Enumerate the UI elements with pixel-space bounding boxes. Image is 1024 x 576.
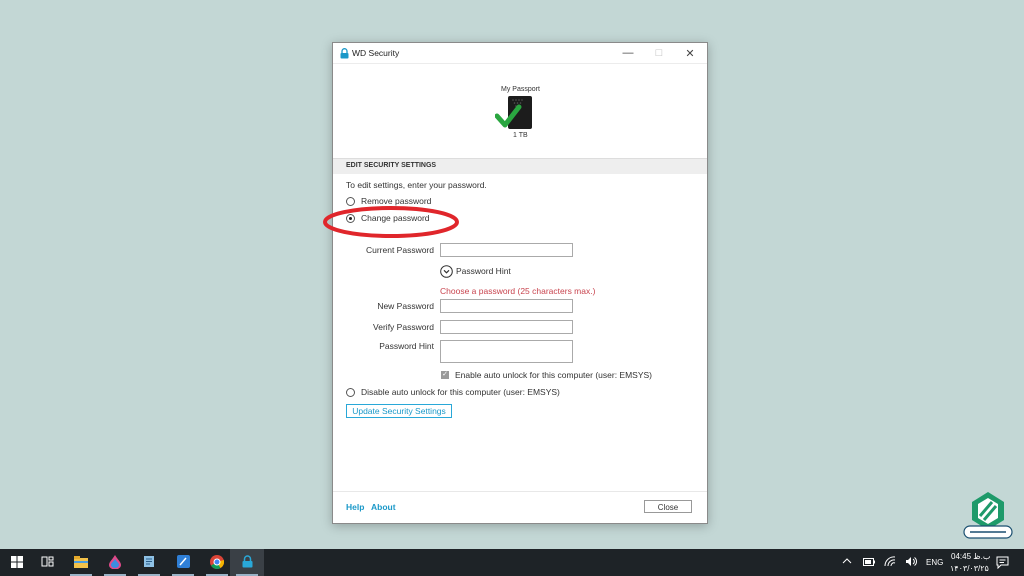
password-hint-input[interactable] [440, 340, 573, 363]
taskbar-wd-security[interactable] [230, 549, 264, 576]
red-ellipse-annotation [322, 205, 462, 241]
maximize-button[interactable]: □ [644, 43, 674, 63]
password-length-note: Choose a password (25 characters max.) [440, 286, 596, 296]
notifications-icon[interactable] [996, 556, 1009, 571]
close-window-button[interactable]: ✕ [675, 43, 705, 63]
expand-chevron-icon[interactable] [440, 265, 453, 280]
wd-security-window: WD Security — □ ✕ My Passport 1 TB EDIT … [332, 42, 708, 524]
task-view-icon [41, 556, 54, 569]
taskbar-file-explorer[interactable] [64, 549, 98, 576]
password-hint-label: Password Hint [379, 341, 434, 351]
disable-auto-unlock-label[interactable]: Disable auto unlock for this computer (u… [361, 387, 560, 397]
auto-unlock-checkbox[interactable]: ✓ [441, 371, 449, 379]
section-header: EDIT SECURITY SETTINGS [333, 158, 707, 174]
hard-drive-icon [494, 95, 535, 133]
taskbar-chrome[interactable] [200, 549, 234, 576]
maximize-icon: □ [655, 47, 663, 59]
new-password-input[interactable] [440, 299, 573, 313]
section-title: EDIT SECURITY SETTINGS [346, 162, 437, 169]
device-capacity: 1 TB [513, 132, 528, 139]
lock-icon [340, 48, 349, 61]
instruction-text: To edit settings, enter your password. [346, 180, 487, 190]
update-security-settings-button[interactable]: Update Security Settings [346, 404, 452, 418]
verify-password-label: Verify Password [373, 322, 434, 332]
start-button[interactable] [0, 549, 34, 576]
auto-unlock-label[interactable]: Enable auto unlock for this computer (us… [455, 370, 652, 380]
close-button[interactable]: Close [644, 500, 692, 513]
title-bar[interactable]: WD Security — □ ✕ [333, 43, 707, 64]
disable-auto-unlock-radio[interactable] [346, 388, 355, 397]
chrome-icon [210, 554, 225, 571]
about-link[interactable]: About [371, 502, 396, 512]
battery-icon[interactable] [863, 558, 875, 568]
window-title: WD Security [352, 48, 400, 58]
show-hidden-icons-chevron-icon[interactable] [842, 557, 852, 567]
taskbar-notepad-app[interactable] [132, 549, 166, 576]
help-link[interactable]: Help [346, 502, 364, 512]
footer-divider [333, 491, 707, 492]
clock-time[interactable]: 04:45 ب.ظ [951, 552, 990, 561]
clock-date[interactable]: ۱۴۰۳/۰۳/۲۵ [950, 564, 989, 573]
language-indicator[interactable]: ENG [926, 558, 943, 567]
folder-icon [74, 555, 88, 570]
paint-drop-icon [109, 554, 121, 571]
minimize-icon: — [622, 47, 634, 59]
current-password-input[interactable] [440, 243, 573, 257]
current-password-label: Current Password [365, 245, 434, 255]
volume-icon[interactable] [905, 556, 917, 569]
network-icon[interactable] [884, 556, 896, 569]
minimize-button[interactable]: — [613, 43, 643, 63]
taskbar-image-app[interactable] [166, 549, 200, 576]
watermark-logo [960, 490, 1016, 544]
device-name: My Passport [501, 86, 540, 93]
task-view-button[interactable] [30, 549, 64, 576]
image-editor-icon [176, 555, 190, 570]
taskbar: ENG 04:45 ب.ظ ۱۴۰۳/۰۳/۲۵ [0, 549, 1024, 576]
wd-lock-icon [242, 555, 253, 570]
windows-icon [11, 555, 23, 570]
taskbar-paint-app[interactable] [98, 549, 132, 576]
close-icon: ✕ [685, 47, 695, 60]
verify-password-input[interactable] [440, 320, 573, 334]
new-password-label: New Password [377, 301, 434, 311]
password-hint-toggle[interactable]: Password Hint [456, 266, 511, 276]
notepad-icon [143, 555, 156, 570]
